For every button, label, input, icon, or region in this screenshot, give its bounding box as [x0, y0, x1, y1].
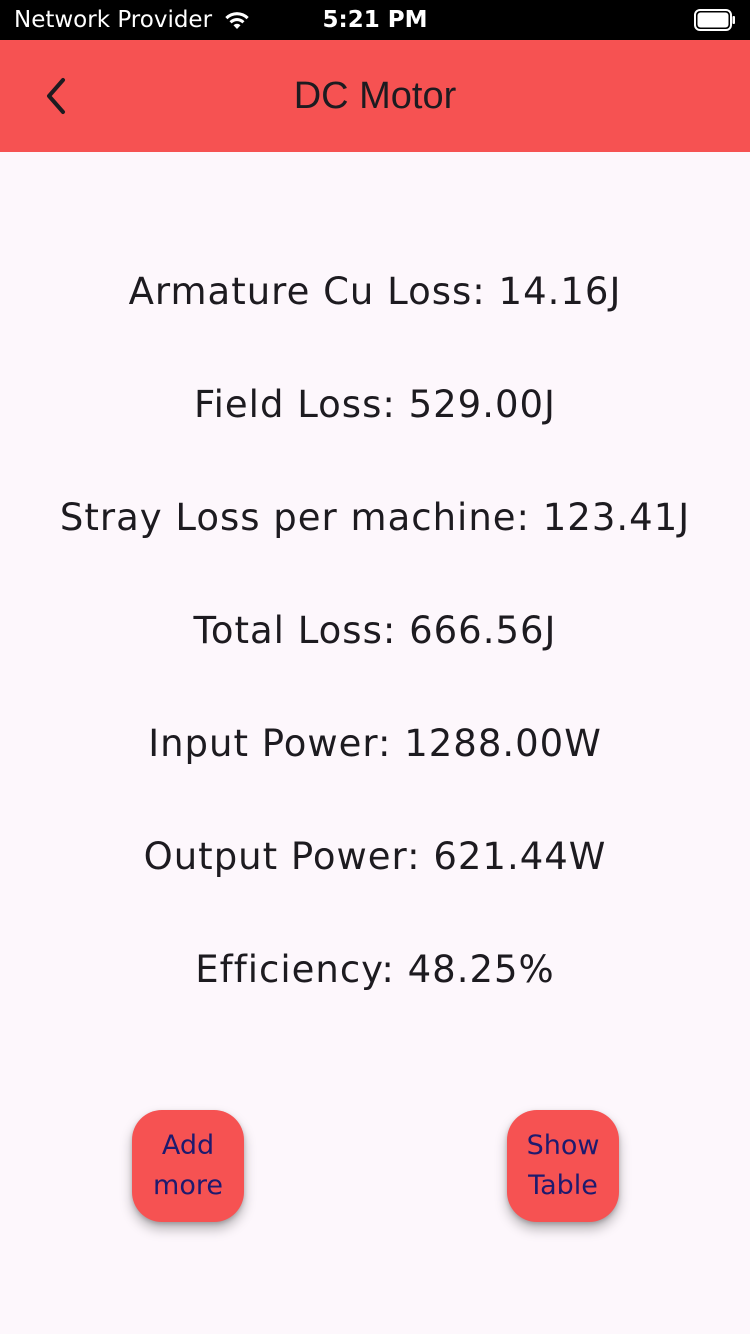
show-table-label-line1: Show	[526, 1130, 600, 1161]
add-more-label-line1: Add	[161, 1130, 215, 1161]
result-stray-loss: Stray Loss per machine: 123.41J	[59, 496, 691, 539]
add-more-button[interactable]: Add more	[132, 1110, 244, 1222]
result-total-loss: Total Loss: 666.56J	[193, 609, 557, 652]
status-bar: Network Provider 5:21 PM	[0, 0, 750, 40]
show-table-button[interactable]: Show Table	[507, 1110, 619, 1222]
result-output-power: Output Power: 621.44W	[143, 835, 607, 878]
result-field-loss: Field Loss: 529.00J	[194, 383, 556, 426]
screen: Network Provider 5:21 PM DC Motor Armatu…	[0, 0, 750, 1334]
show-table-label-line2: Table	[528, 1170, 598, 1201]
battery-icon	[694, 9, 735, 31]
page-title: DC Motor	[293, 75, 457, 117]
app-bar: DC Motor	[0, 40, 750, 152]
status-time: 5:21 PM	[322, 7, 428, 33]
result-input-power: Input Power: 1288.00W	[148, 722, 602, 765]
add-more-label-line2: more	[153, 1170, 223, 1201]
result-efficiency: Efficiency: 48.25%	[195, 948, 555, 991]
results-list: Armature Cu Loss: 14.16J Field Loss: 529…	[0, 262, 750, 1053]
result-armature-cu-loss: Armature Cu Loss: 14.16J	[128, 270, 622, 313]
